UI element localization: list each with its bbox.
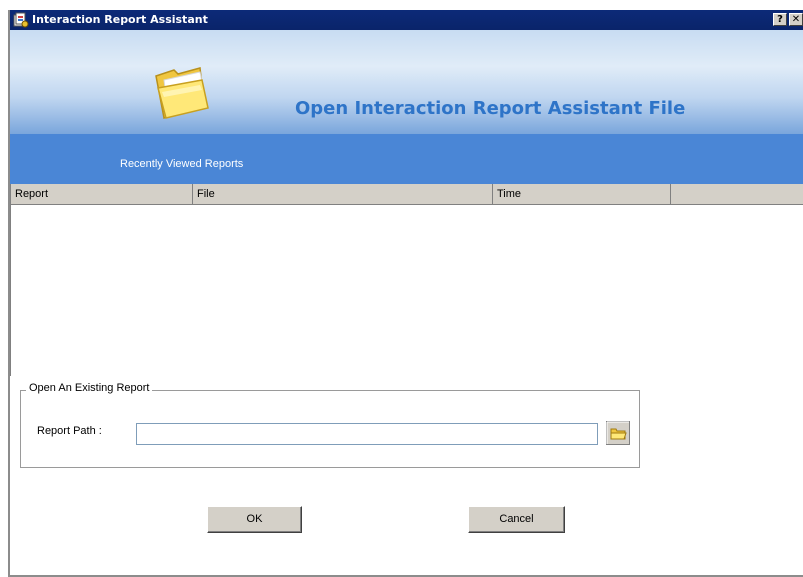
list-header: Report File Time <box>11 184 803 205</box>
list-body[interactable] <box>11 205 803 376</box>
window-title: Interaction Report Assistant <box>32 13 208 26</box>
help-button[interactable]: ? <box>773 13 787 26</box>
group-label: Open An Existing Report <box>26 382 153 394</box>
column-header-extra[interactable] <box>671 184 803 205</box>
column-header-time[interactable]: Time <box>493 184 671 205</box>
recent-reports-list[interactable]: Report File Time <box>10 184 803 376</box>
close-button[interactable]: ✕ <box>789 13 803 26</box>
dialog-window: Interaction Report Assistant ? ✕ Open In… <box>8 10 803 577</box>
recent-section-label: Recently Viewed Reports <box>120 158 244 170</box>
folder-icon <box>155 67 209 119</box>
ok-button[interactable]: OK <box>207 506 302 533</box>
report-path-label: Report Path : <box>37 425 102 437</box>
header-title: Open Interaction Report Assistant File <box>295 98 686 119</box>
open-existing-group: Open An Existing Report Report Path : <box>20 382 640 468</box>
title-bar[interactable]: Interaction Report Assistant ? ✕ <box>10 10 803 30</box>
column-header-report[interactable]: Report <box>11 184 193 205</box>
column-header-file[interactable]: File <box>193 184 493 205</box>
report-path-input[interactable] <box>136 423 598 445</box>
browse-folder-icon[interactable] <box>606 421 630 445</box>
app-icon <box>13 12 29 28</box>
cancel-button[interactable]: Cancel <box>468 506 565 533</box>
header-banner: Open Interaction Report Assistant File <box>10 30 803 134</box>
